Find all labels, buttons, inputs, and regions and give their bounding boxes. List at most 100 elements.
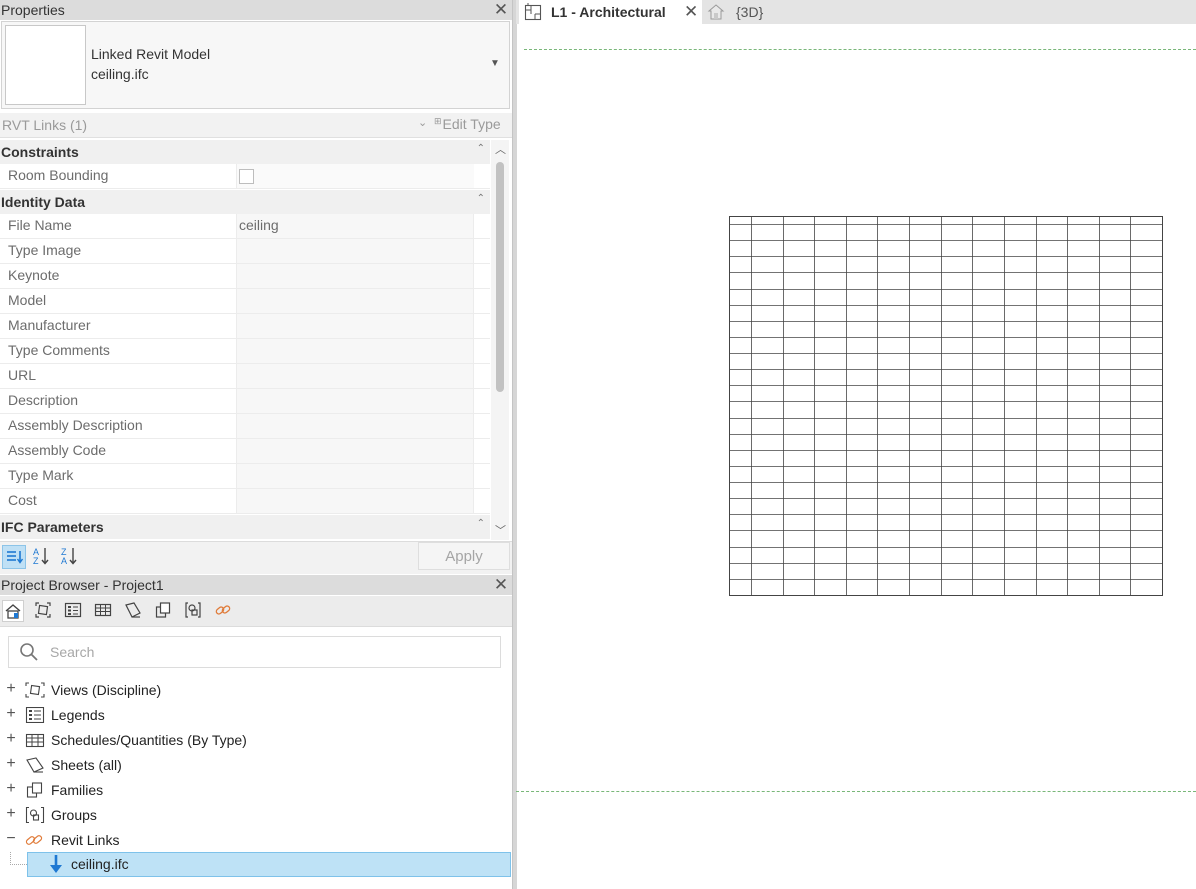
property-value[interactable]: ceiling: [236, 214, 474, 238]
expand-icon[interactable]: +: [5, 681, 17, 697]
property-row[interactable]: Manufacturer: [0, 314, 490, 339]
close-icon[interactable]: ✕: [684, 0, 698, 24]
tab-l1-architectural[interactable]: L1 - Architectural ✕: [519, 0, 702, 24]
filter-groups-button[interactable]: [182, 600, 204, 622]
tree-item-label: ceiling.ifc: [71, 856, 129, 872]
property-value[interactable]: [236, 339, 474, 363]
project-browser-close-icon[interactable]: ✕: [493, 575, 509, 595]
filter-legends-button[interactable]: [62, 600, 84, 622]
filter-links-button[interactable]: [212, 600, 234, 622]
property-value[interactable]: [236, 414, 474, 438]
ceiling-grid-border: [729, 216, 1163, 596]
property-value[interactable]: [236, 314, 474, 338]
property-grid-scrollbar[interactable]: ︿ ﹀: [491, 140, 509, 540]
sort-by-category-button[interactable]: [2, 545, 26, 569]
tree-item-label: Revit Links: [51, 832, 120, 848]
filter-sheets-button[interactable]: [122, 600, 144, 622]
property-value[interactable]: [236, 164, 474, 188]
tree-item-label: Legends: [51, 707, 105, 723]
property-name: Room Bounding: [8, 167, 109, 183]
browser-root-button[interactable]: [2, 600, 24, 622]
schedules-icon: [25, 733, 45, 748]
property-row[interactable]: Keynote: [0, 264, 490, 289]
property-value[interactable]: [236, 439, 474, 463]
scroll-down-icon[interactable]: ﹀: [495, 522, 506, 538]
tree-item-families[interactable]: + Families: [0, 778, 512, 803]
property-row[interactable]: Assembly Code: [0, 439, 490, 464]
property-name: Cost: [8, 492, 37, 508]
edit-type-button[interactable]: ⊞Edit Type: [434, 116, 501, 132]
collapse-icon[interactable]: ⌃: [477, 140, 485, 161]
room-bounding-checkbox[interactable]: [239, 169, 254, 184]
property-value[interactable]: [236, 464, 474, 488]
dock-splitter[interactable]: [512, 0, 517, 889]
arrow-down-icon: [50, 855, 62, 873]
expand-icon[interactable]: +: [5, 731, 17, 747]
group-header-ifc-parameters[interactable]: IFC Parameters ⌃: [0, 515, 490, 539]
scroll-up-icon[interactable]: ︿: [495, 141, 506, 157]
collapse-icon[interactable]: ⌃: [477, 512, 485, 536]
tree-item-sheets[interactable]: + Sheets (all): [0, 753, 512, 778]
expand-icon[interactable]: +: [5, 756, 17, 772]
tree-item-groups[interactable]: + Groups: [0, 803, 512, 828]
sort-ascending-button[interactable]: A Z: [29, 545, 53, 569]
edit-type-label: Edit Type: [442, 116, 501, 132]
property-row[interactable]: Description: [0, 389, 490, 414]
expand-icon[interactable]: +: [5, 781, 17, 797]
properties-title: Properties: [1, 2, 65, 18]
expand-icon[interactable]: +: [5, 706, 17, 722]
3d-view-icon[interactable]: [707, 3, 725, 21]
property-value[interactable]: [236, 364, 474, 388]
revit-links-icon: [25, 835, 43, 845]
property-row[interactable]: Type Comments: [0, 339, 490, 364]
chevron-down-icon[interactable]: ⌄: [418, 116, 427, 129]
group-header-identity-data[interactable]: Identity Data ⌃: [0, 190, 490, 214]
filter-views-button[interactable]: [32, 600, 54, 622]
tree-item-revit-links[interactable]: − Revit Links: [0, 828, 512, 853]
property-value[interactable]: [236, 489, 474, 513]
groups-icon: [185, 602, 201, 618]
filter-schedules-button[interactable]: [92, 600, 114, 622]
chevron-down-icon[interactable]: ▼: [490, 58, 502, 70]
tab-3d[interactable]: {3D}: [736, 4, 763, 20]
property-value[interactable]: [236, 289, 474, 313]
apply-button[interactable]: Apply: [418, 542, 510, 570]
sort-az-icon: A Z: [33, 547, 49, 566]
property-row[interactable]: Model: [0, 289, 490, 314]
scroll-thumb[interactable]: [496, 162, 504, 392]
collapse-icon[interactable]: ⌃: [477, 187, 485, 211]
ceiling-grid-drawing[interactable]: [729, 216, 1163, 596]
tree-item-label: Schedules/Quantities (By Type): [51, 732, 247, 748]
group-header-constraints[interactable]: Constraints ⌃: [0, 140, 490, 164]
collapse-icon[interactable]: −: [5, 831, 17, 847]
property-row[interactable]: Cost: [0, 489, 490, 514]
filter-families-button[interactable]: [152, 600, 174, 622]
sheets-icon: [26, 757, 44, 773]
property-row[interactable]: Assembly Description: [0, 414, 490, 439]
link-icon: [215, 605, 231, 615]
tree-item-schedules[interactable]: + Schedules/Quantities (By Type): [0, 728, 512, 753]
search-input[interactable]: Search: [8, 636, 501, 668]
expand-icon[interactable]: +: [5, 806, 17, 822]
type-family-name: Linked Revit Model: [91, 46, 211, 62]
edit-type-icon: ⊞: [434, 116, 442, 126]
search-icon: [20, 643, 38, 661]
properties-close-icon[interactable]: ✕: [493, 0, 509, 20]
instance-filter-dropdown[interactable]: RVT Links (1): [2, 117, 87, 133]
tree-item-legends[interactable]: + Legends: [0, 703, 512, 728]
property-row[interactable]: Room Bounding: [0, 164, 490, 189]
property-value[interactable]: [236, 264, 474, 288]
tree-item-views[interactable]: + Views (Discipline): [0, 678, 512, 703]
views-icon: [25, 682, 45, 698]
property-row[interactable]: Type Image: [0, 239, 490, 264]
property-value[interactable]: [236, 389, 474, 413]
type-selector[interactable]: Linked Revit Model ceiling.ifc ▼: [1, 21, 510, 109]
property-row[interactable]: URL: [0, 364, 490, 389]
home-icon: [5, 604, 21, 619]
group-header-label: Constraints: [1, 144, 79, 160]
property-row[interactable]: Type Mark: [0, 464, 490, 489]
property-value[interactable]: [236, 239, 474, 263]
sort-descending-button[interactable]: Z A: [57, 545, 81, 569]
property-row[interactable]: File Name ceiling: [0, 214, 490, 239]
tab-label: L1 - Architectural: [551, 4, 666, 20]
